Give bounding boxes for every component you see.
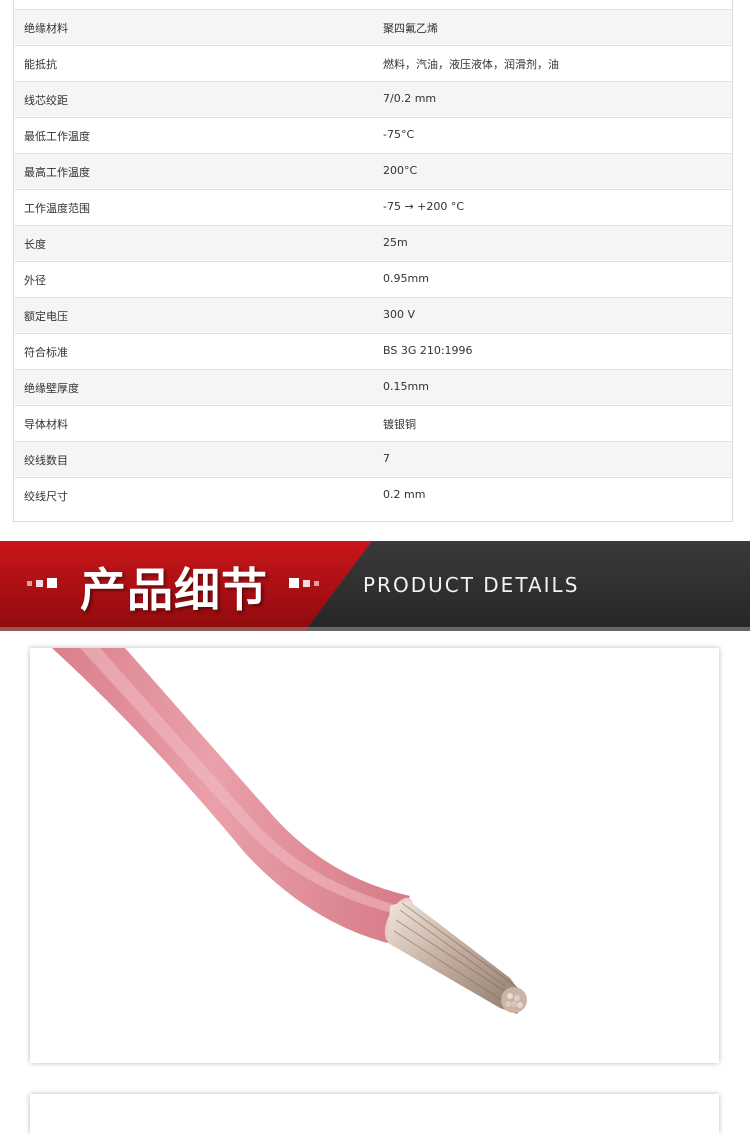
spec-label: 导体材料 — [24, 418, 68, 431]
wire-image — [52, 648, 527, 1014]
spec-label: 外径 — [24, 274, 46, 287]
spec-row: 外径 0.95mm — [14, 261, 732, 296]
spec-row: 最低工作温度 -75°C — [14, 117, 732, 152]
spec-value: 7/0.2 mm — [383, 92, 437, 105]
spec-value: 0.2 mm — [383, 488, 426, 501]
spec-value: 0.15mm — [383, 380, 429, 393]
decor-dots-right — [289, 578, 319, 588]
product-photo — [30, 648, 719, 1063]
spec-value: 0.95mm — [383, 272, 429, 285]
spec-row: 工作温度范围 -75 → +200 °C — [14, 189, 732, 224]
decor-dots-left — [27, 578, 57, 588]
spec-row: 绞线尺寸 0.2 mm — [14, 477, 732, 512]
spec-label: 最高工作温度 — [24, 166, 90, 179]
spec-value: 25m — [383, 236, 408, 249]
spec-value: 镀银铜 — [383, 418, 416, 431]
spec-table: 绝缘材料 聚四氟乙烯 能抵抗 燃料，汽油，液压液体，润滑剂，油 线芯绞距 7/0… — [13, 0, 733, 522]
spec-label: 绝缘材料 — [24, 22, 68, 35]
spec-value: 燃料，汽油，液压液体，润滑剂，油 — [383, 58, 559, 71]
spec-label: 长度 — [24, 238, 46, 251]
spec-row: 最高工作温度 200°C — [14, 153, 732, 188]
product-photo-next — [30, 1094, 719, 1134]
spec-label: 线芯绞距 — [24, 94, 68, 107]
spec-value: -75 → +200 °C — [383, 200, 465, 213]
spec-value: 300 V — [383, 308, 416, 321]
spec-row: 绞线数目 7 — [14, 441, 732, 476]
spec-value: -75°C — [383, 128, 415, 141]
spec-label: 绞线尺寸 — [24, 490, 68, 503]
spec-value: 200°C — [383, 164, 418, 177]
spec-row: 绝缘壁厚度 0.15mm — [14, 369, 732, 404]
spec-value: 7 — [383, 452, 390, 465]
spec-label: 最低工作温度 — [24, 130, 90, 143]
spec-label: 绞线数目 — [24, 454, 68, 467]
spec-row: 长度 25m — [14, 225, 732, 260]
spec-row: 符合标准 BS 3G 210:1996 — [14, 333, 732, 368]
spec-row: 导体材料 镀银铜 — [14, 405, 732, 440]
spec-row: 绝缘材料 聚四氟乙烯 — [14, 9, 732, 44]
spec-label: 额定电压 — [24, 310, 68, 323]
spec-label: 符合标准 — [24, 346, 68, 359]
spec-row: 能抵抗 燃料，汽油，液压液体，润滑剂，油 — [14, 45, 732, 80]
spec-label: 工作温度范围 — [24, 202, 90, 215]
spec-row: 线芯绞距 7/0.2 mm — [14, 81, 732, 116]
spec-value: 聚四氟乙烯 — [383, 22, 438, 35]
section-title-cn: 产品细节 — [80, 563, 268, 617]
spec-value: BS 3G 210:1996 — [383, 344, 473, 357]
section-title-en: PRODUCT DETAILS — [363, 573, 580, 597]
spec-label: 能抵抗 — [24, 58, 57, 71]
spec-label: 绝缘壁厚度 — [24, 382, 79, 395]
spec-row: 额定电压 300 V — [14, 297, 732, 332]
